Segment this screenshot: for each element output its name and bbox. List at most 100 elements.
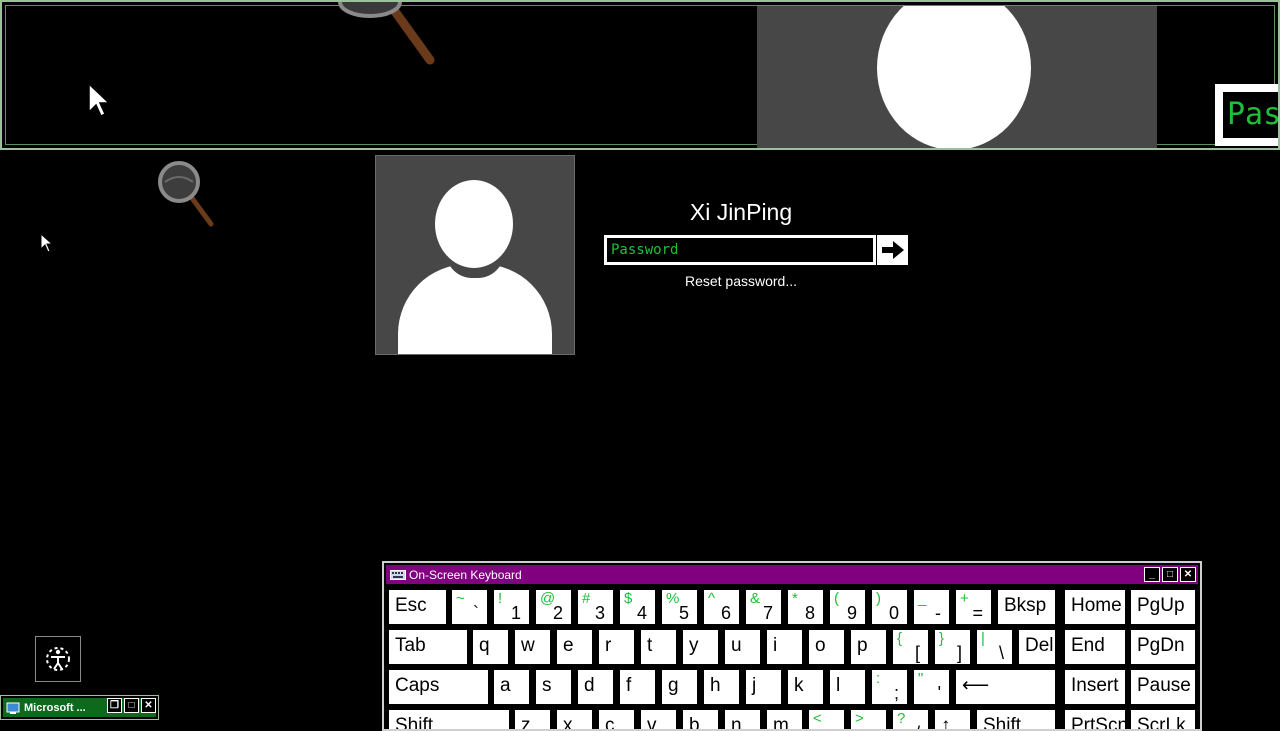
osk-key[interactable]: @2 <box>535 589 572 625</box>
osk-key[interactable]: <, <box>808 709 845 729</box>
osk-key[interactable]: Tab <box>388 629 468 665</box>
osk-key[interactable]: Shift <box>388 709 510 729</box>
osk-key[interactable]: a <box>493 669 530 705</box>
osk-key[interactable]: r <box>598 629 635 665</box>
osk-key-label: j <box>752 675 757 696</box>
osk-key[interactable]: j <box>745 669 782 705</box>
osk-key[interactable]: _ - <box>913 589 950 625</box>
osk-key[interactable]: (9 <box>829 589 866 625</box>
osk-key[interactable]: | \ <box>976 629 1013 665</box>
minimized-window[interactable]: Microsoft ... ❐ □ ✕ <box>0 695 159 720</box>
osk-key[interactable]: % 5 <box>661 589 698 625</box>
osk-key[interactable]: ScrLk <box>1130 709 1196 731</box>
osk-key-label: g <box>668 675 679 696</box>
osk-key-label: 4 <box>636 603 647 623</box>
osk-key-label: a <box>500 675 511 696</box>
osk-key-shift-label: _ <box>918 590 927 607</box>
osk-key[interactable]: k <box>787 669 824 705</box>
restore-icon[interactable]: ❐ <box>107 698 122 713</box>
osk-key[interactable]: u <box>724 629 761 665</box>
osk-key[interactable]: PgUp <box>1130 589 1196 625</box>
osk-key[interactable]: :; <box>871 669 908 705</box>
osk-key[interactable]: ⟵ <box>955 669 1056 705</box>
osk-key[interactable]: }] <box>934 629 971 665</box>
submit-button[interactable] <box>877 235 908 265</box>
osk-key-label: v <box>647 715 657 731</box>
minimize-icon[interactable]: _ <box>1144 567 1160 582</box>
osk-key[interactable]: f <box>619 669 656 705</box>
osk-key[interactable]: Shift <box>976 709 1056 729</box>
close-icon[interactable]: ✕ <box>141 698 156 713</box>
osk-key[interactable]: PgDn <box>1130 629 1196 665</box>
osk-key-label: ScrLk <box>1137 715 1186 731</box>
osk-key-label: 0 <box>888 603 899 623</box>
osk-key-shift-label: % <box>666 590 680 607</box>
magnifier-icon[interactable] <box>155 158 219 230</box>
osk-key[interactable]: ) 0 <box>871 589 908 625</box>
osk-key-label: Bksp <box>1004 595 1047 616</box>
osk-window-controls: _ □ ✕ <box>1144 567 1196 582</box>
close-icon[interactable]: ✕ <box>1180 567 1196 582</box>
osk-key[interactable]: ^ 6 <box>703 589 740 625</box>
osk-key[interactable]: m <box>766 709 803 729</box>
osk-key[interactable]: w <box>514 629 551 665</box>
osk-key[interactable]: ! 1 <box>493 589 530 625</box>
osk-key[interactable]: Esc <box>388 589 447 625</box>
osk-key[interactable]: s <box>535 669 572 705</box>
osk-key[interactable]: End <box>1064 629 1126 665</box>
username-label: Xi JinPing <box>689 199 793 225</box>
osk-key[interactable]: Insert <box>1064 669 1126 705</box>
osk-key[interactable]: * 8 <box>787 589 824 625</box>
osk-key[interactable]: v <box>640 709 677 731</box>
osk-key-shift-label: } <box>939 630 945 647</box>
osk-key[interactable]: Caps <box>388 669 489 705</box>
osk-key-label: PrtScn <box>1071 715 1129 731</box>
osk-key[interactable]: Pause <box>1130 669 1196 705</box>
magnifier-icon <box>338 2 435 65</box>
osk-key[interactable]: l <box>829 669 866 705</box>
osk-key[interactable]: y <box>682 629 719 665</box>
osk-key[interactable]: Home <box>1064 589 1126 625</box>
osk-key-label: Insert <box>1071 675 1119 696</box>
ease-of-access-button[interactable] <box>35 636 81 682</box>
osk-key[interactable]: c <box>598 709 635 729</box>
osk-key[interactable]: PrtScn <box>1064 709 1129 731</box>
osk-key-label: End <box>1071 635 1105 656</box>
osk-key[interactable]: i <box>766 629 803 665</box>
osk-key[interactable]: Bksp <box>997 589 1056 625</box>
osk-key[interactable]: ~ ` <box>451 589 488 625</box>
osk-key-label: y <box>689 635 699 656</box>
osk-key[interactable]: ↑ <box>934 709 971 729</box>
osk-key[interactable]: n <box>724 709 761 729</box>
osk-key[interactable]: h <box>703 669 740 705</box>
osk-key[interactable]: ?/ <box>892 709 929 729</box>
maximize-icon[interactable]: □ <box>124 698 139 713</box>
osk-key-label: / <box>915 722 920 729</box>
osk-key[interactable]: Del <box>1018 629 1056 665</box>
osk-key-label: ' <box>937 683 941 703</box>
osk-key[interactable]: g <box>661 669 698 705</box>
osk-key[interactable]: >. <box>850 709 887 729</box>
osk-key-shift-label: ! <box>498 590 503 607</box>
osk-key[interactable]: + = <box>955 589 992 625</box>
maximize-icon[interactable]: □ <box>1162 567 1178 582</box>
avatar-head <box>435 180 513 268</box>
osk-key[interactable]: q <box>472 629 509 665</box>
password-input[interactable] <box>607 238 873 262</box>
osk-key[interactable]: #3 <box>577 589 614 625</box>
osk-key[interactable]: & 7 <box>745 589 782 625</box>
osk-titlebar[interactable]: On-Screen Keyboard _ □ ✕ <box>386 565 1198 584</box>
osk-key[interactable]: d <box>577 669 614 705</box>
osk-key[interactable]: b <box>682 709 719 729</box>
osk-key[interactable]: p <box>850 629 887 665</box>
osk-key[interactable]: t <box>640 629 677 665</box>
osk-key[interactable]: {[ <box>892 629 929 665</box>
reset-password-link[interactable]: Reset password... <box>605 273 877 289</box>
osk-key[interactable]: x <box>556 709 593 729</box>
osk-key[interactable]: z <box>514 709 551 729</box>
osk-key[interactable]: e <box>556 629 593 665</box>
minimized-window-title: Microsoft ... <box>24 701 86 714</box>
osk-key[interactable]: o <box>808 629 845 665</box>
osk-key[interactable]: " ' <box>913 669 950 705</box>
osk-key[interactable]: $4 <box>619 589 656 625</box>
